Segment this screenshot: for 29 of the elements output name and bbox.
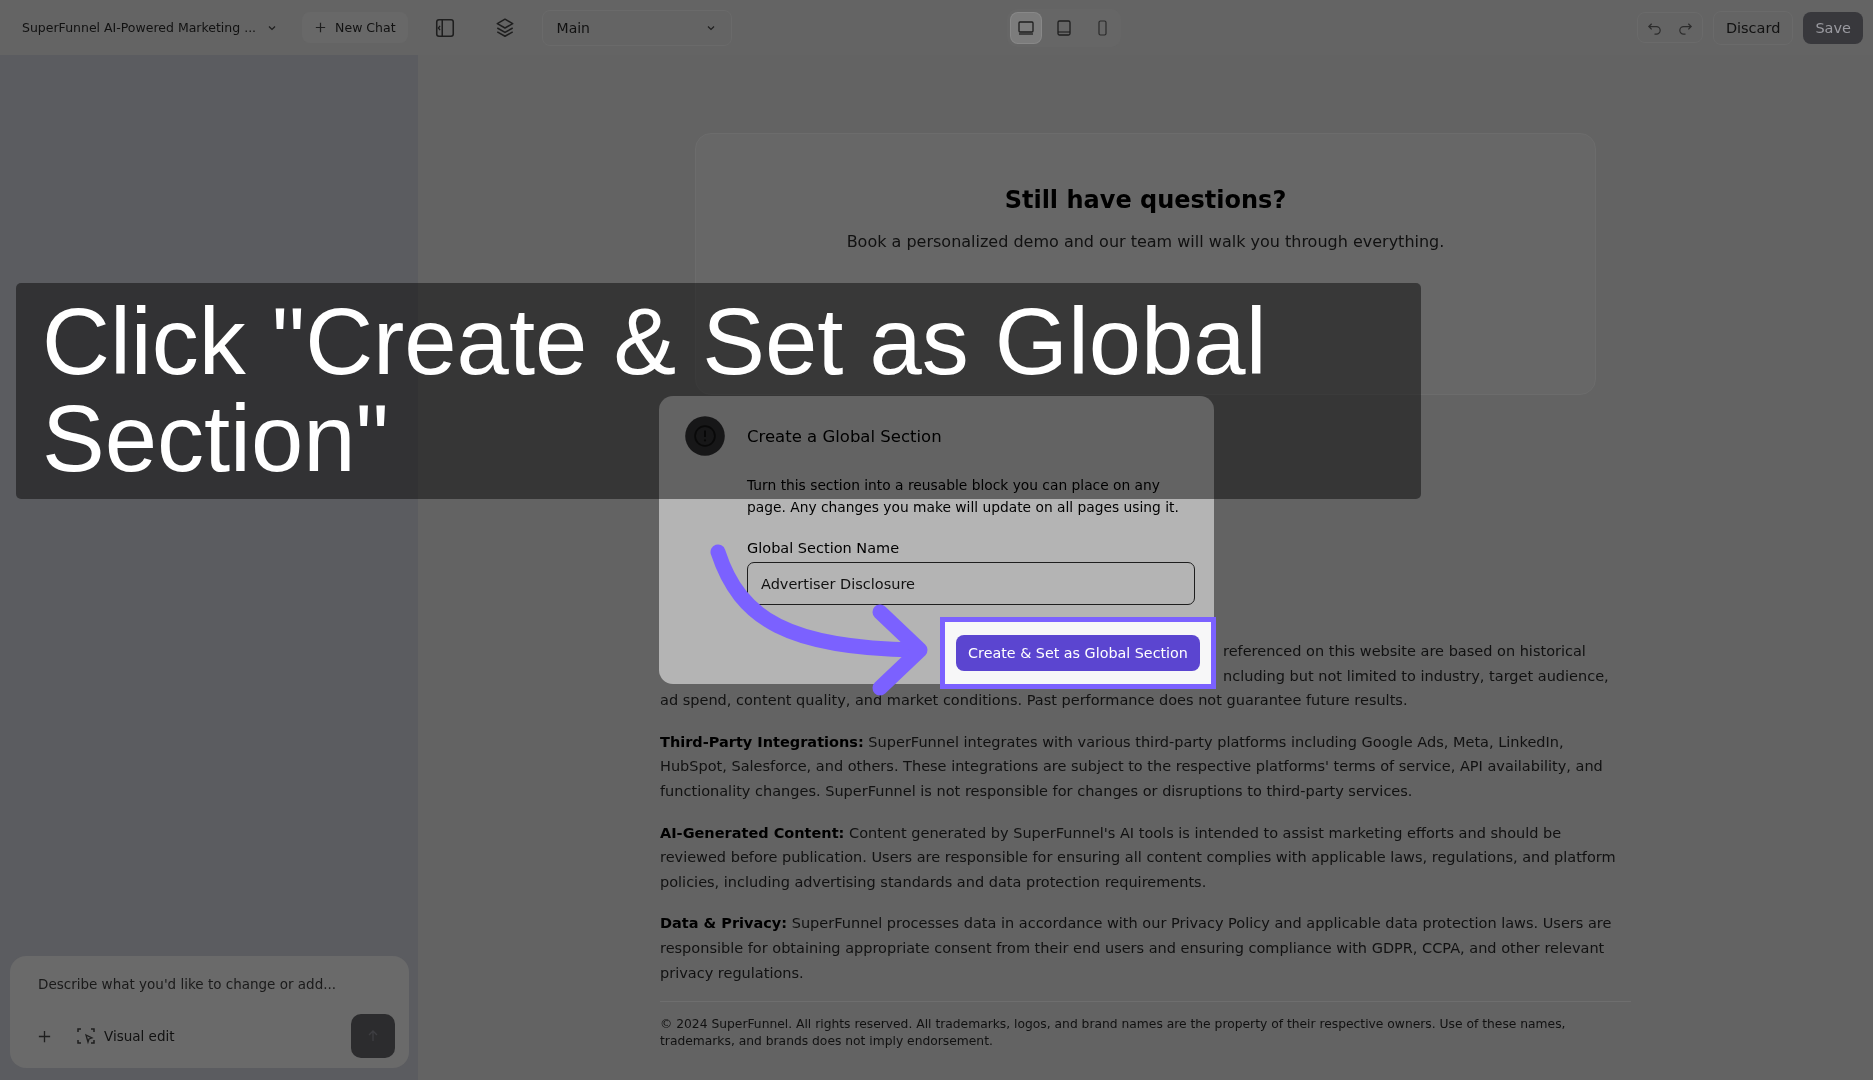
disclosure-paragraph: Data & Privacy: SuperFunnel processes data in accordance with our Privacy Policy and applicable data protection laws. Users are responsible for obtaining appropriate consent from their end users and ensuring compliance with GDPR, CCPA, and other relevant privacy regulations. [660, 914, 1613, 983]
desktop-icon[interactable] [1011, 12, 1042, 43]
visual-edit-button[interactable]: Visual edit [74, 1022, 177, 1050]
caption-text: Click "Create & Set as Global [42, 293, 1267, 390]
cta-text: Book a personalized demo and our team will walk you through everything. [846, 232, 1445, 251]
dialog-description: Turn this section into a reusable block you can place on any page. Any changes you make will update on all pages using it. [747, 476, 1180, 517]
disclosure-paragraph: AI-Generated Content: Content generated by SuperFunnel's AI tools is intended to assist marketing efforts and should be reviewed before publication. Users are responsible for ensuring all content complies with applicable laws, regulations, and platform policies, including advertising standards and data protection requirements. [660, 823, 1617, 892]
info-icon [683, 414, 727, 458]
dialog-title: Create a Global Section [747, 426, 942, 446]
create-global-section-button[interactable]: Create & Set as Global Section [956, 635, 1200, 671]
chat-input[interactable]: Describe what you'd like to change or add... [28, 972, 395, 996]
plus-icon [314, 21, 328, 34]
discard-button[interactable]: Discard [1712, 10, 1794, 45]
cta-heading: Still have questions? [1004, 186, 1287, 214]
disclosure-text: referenced on this website are based on historical [1223, 643, 1586, 659]
new-chat-button[interactable]: New Chat [302, 12, 408, 43]
disclosure-paragraph: Third-Party Integrations: SuperFunnel integrates with various third-party platforms including Google Ads, Meta, LinkedIn, HubSpot, Salesforce, and others. These integrations are subject to the respective platforms' terms of service, API availability, and functionality changes. SuperFunnel is not responsible for changes or disruptions to third-party services. [660, 732, 1604, 801]
disclosure-text: ncluding but not limited to industry, target audience, [1223, 667, 1609, 684]
select-cursor-icon [76, 1026, 96, 1046]
section-name-field[interactable]: Advertiser Disclosure [747, 562, 1195, 605]
project-dropdown[interactable]: SuperFunnel AI-Powered Marketing ... [12, 14, 289, 41]
add-icon[interactable] [37, 1028, 52, 1044]
send-button[interactable] [351, 1014, 395, 1058]
caption-text: Section" [42, 390, 389, 487]
copyright-text: © 2024 SuperFunnel. All rights reserved. All trademarks, logos, and brand names are the property of their respective owners. Use of these names, trademarks, and brands does not imply endorsement. [660, 1016, 1567, 1051]
disclosure-text: ad spend, content quality, and market conditions. Past performance does not guarantee future results. [660, 692, 1408, 709]
sidebar-toggle-icon[interactable] [433, 16, 456, 39]
field-label: Global Section Name [747, 540, 901, 556]
branch-dropdown[interactable]: Main [541, 9, 732, 46]
